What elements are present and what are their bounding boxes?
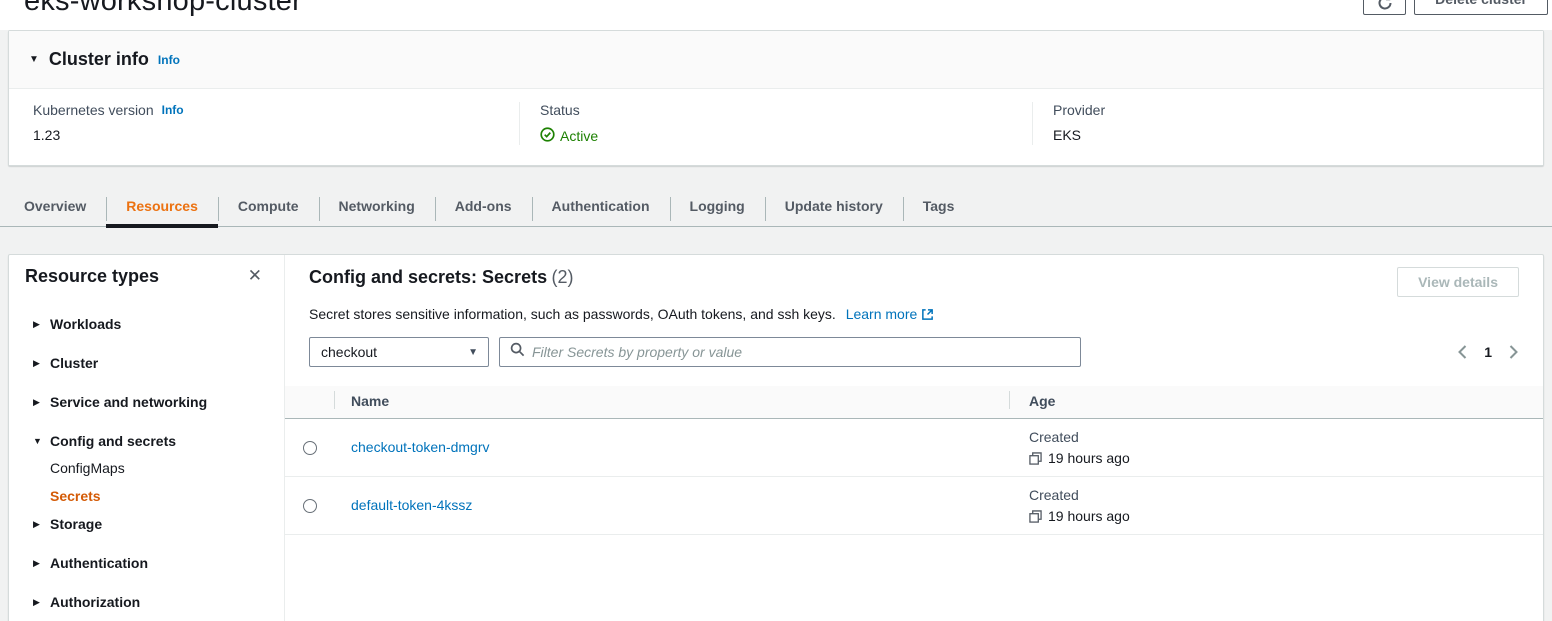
tab-update-history[interactable]: Update history [765,188,903,226]
refresh-button[interactable] [1363,0,1406,15]
check-circle-icon [540,127,560,145]
kubernetes-version-info-link[interactable]: Info [162,103,184,117]
copy-icon[interactable] [1029,452,1042,465]
chevron-right-icon: ▶ [33,395,50,410]
tab-compute[interactable]: Compute [218,188,319,226]
sidebar-item-secrets[interactable]: Secrets [50,489,268,504]
chevron-right-icon: ▶ [33,356,50,371]
age-value: 19 hours ago [1048,508,1130,524]
namespace-select-value: checkout [321,344,377,360]
secrets-filter-box [499,337,1081,367]
age-created-label: Created [1029,487,1543,503]
delete-cluster-button[interactable]: Delete cluster [1414,0,1548,15]
next-page-icon[interactable] [1508,345,1519,359]
tab-overview[interactable]: Overview [24,188,106,226]
collapse-caret-icon: ▼ [29,54,39,65]
sidebar-item-storage[interactable]: ▶ Storage [33,517,268,532]
learn-more-link[interactable]: Learn more [846,306,935,322]
secrets-main: Config and secrets: Secrets (2) View det… [285,255,1543,621]
secrets-title: Config and secrets: Secrets [309,267,547,287]
kubernetes-version-value: 1.23 [33,127,519,143]
secrets-table: Name Age checkout-token-dmgrv Created [285,386,1543,535]
secret-name-link[interactable]: default-token-4kssz [351,497,472,513]
copy-icon[interactable] [1029,510,1042,523]
age-value: 19 hours ago [1048,450,1130,466]
age-created-label: Created [1029,429,1543,445]
sidebar-item-authorization[interactable]: ▶ Authorization [33,595,268,610]
kubernetes-version-label: Kubernetes version Info [33,102,519,118]
tab-networking[interactable]: Networking [319,188,435,226]
cluster-info-card: ▼ Cluster info Info Kubernetes version I… [8,30,1544,166]
chevron-right-icon: ▶ [33,595,50,610]
refresh-icon [1377,0,1393,14]
table-row: default-token-4kssz Created 19 hours ago [285,477,1543,535]
search-input[interactable] [532,344,1070,360]
sidebar-item-authentication[interactable]: ▶ Authentication [33,556,268,571]
resource-type-list: ▶ Workloads ▶ Cluster ▶ Service and netw… [25,317,268,610]
sidebar-item-service-and-networking[interactable]: ▶ Service and networking [33,395,268,410]
sidebar-item-cluster[interactable]: ▶ Cluster [33,356,268,371]
row-radio-button[interactable] [303,441,317,455]
config-and-secrets-children: ConfigMaps Secrets [50,461,268,504]
sidebar-title: Resource types [25,266,159,287]
previous-page-icon[interactable] [1457,345,1468,359]
tab-add-ons[interactable]: Add-ons [435,188,532,226]
view-details-button[interactable]: View details [1397,267,1519,297]
cluster-info-info-link[interactable]: Info [158,53,180,67]
search-icon [510,342,532,362]
status-value: Active [540,127,1032,145]
secrets-header: Config and secrets: Secrets (2) View det… [309,267,1519,297]
status-field: Status Active [519,102,1032,145]
tab-authentication[interactable]: Authentication [532,188,670,226]
table-row: checkout-token-dmgrv Created 19 hours ag… [285,419,1543,477]
resource-types-sidebar: Resource types ✕ ▶ Workloads ▶ Cluster ▶… [9,255,285,621]
page-title: eks-workshop-cluster [24,0,1552,18]
chevron-right-icon: ▶ [33,556,50,571]
cluster-info-title: Cluster info [49,49,149,70]
pagination: 1 [1457,344,1519,360]
sidebar-item-workloads[interactable]: ▶ Workloads [33,317,268,332]
resources-panel: Resource types ✕ ▶ Workloads ▶ Cluster ▶… [8,254,1544,621]
kubernetes-version-field: Kubernetes version Info 1.23 [9,102,519,145]
sidebar-item-configmaps[interactable]: ConfigMaps [50,461,268,476]
status-text: Active [560,128,598,144]
status-label: Status [540,102,1032,118]
page-header: eks-workshop-cluster Delete cluster [0,0,1552,30]
eks-console-page: eks-workshop-cluster Delete cluster ▼ Cl… [0,0,1552,621]
namespace-select[interactable]: checkout ▼ [309,337,489,367]
chevron-down-icon: ▼ [33,434,50,449]
table-header: Name Age [285,386,1543,419]
external-link-icon [921,308,934,324]
sidebar-header: Resource types ✕ [25,264,268,288]
cluster-info-header[interactable]: ▼ Cluster info Info [9,31,1543,89]
close-icon[interactable]: ✕ [242,264,268,288]
tab-logging[interactable]: Logging [670,188,765,226]
current-page-number[interactable]: 1 [1484,344,1492,360]
chevron-right-icon: ▶ [33,317,50,332]
caret-down-icon: ▼ [468,347,478,358]
secret-name-link[interactable]: checkout-token-dmgrv [351,439,490,455]
tab-resources[interactable]: Resources [106,188,218,226]
filter-row: checkout ▼ 1 [309,337,1519,367]
secrets-description: Secret stores sensitive information, suc… [309,306,1519,324]
cluster-tabs: Overview Resources Compute Networking Ad… [0,188,1552,227]
chevron-right-icon: ▶ [33,517,50,532]
sidebar-item-config-and-secrets[interactable]: ▼ Config and secrets [33,434,268,449]
provider-value: EKS [1053,127,1543,143]
secrets-count: (2) [552,267,574,287]
name-column-header: Name [334,393,1009,411]
secrets-title-group: Config and secrets: Secrets (2) [309,267,574,288]
cluster-info-body: Kubernetes version Info 1.23 Status Acti… [9,89,1543,165]
provider-label: Provider [1053,102,1543,118]
tab-tags[interactable]: Tags [903,188,975,226]
age-column-header: Age [1009,393,1543,411]
header-actions: Delete cluster [1363,0,1548,15]
row-radio-button[interactable] [303,499,317,513]
provider-field: Provider EKS [1032,102,1543,145]
